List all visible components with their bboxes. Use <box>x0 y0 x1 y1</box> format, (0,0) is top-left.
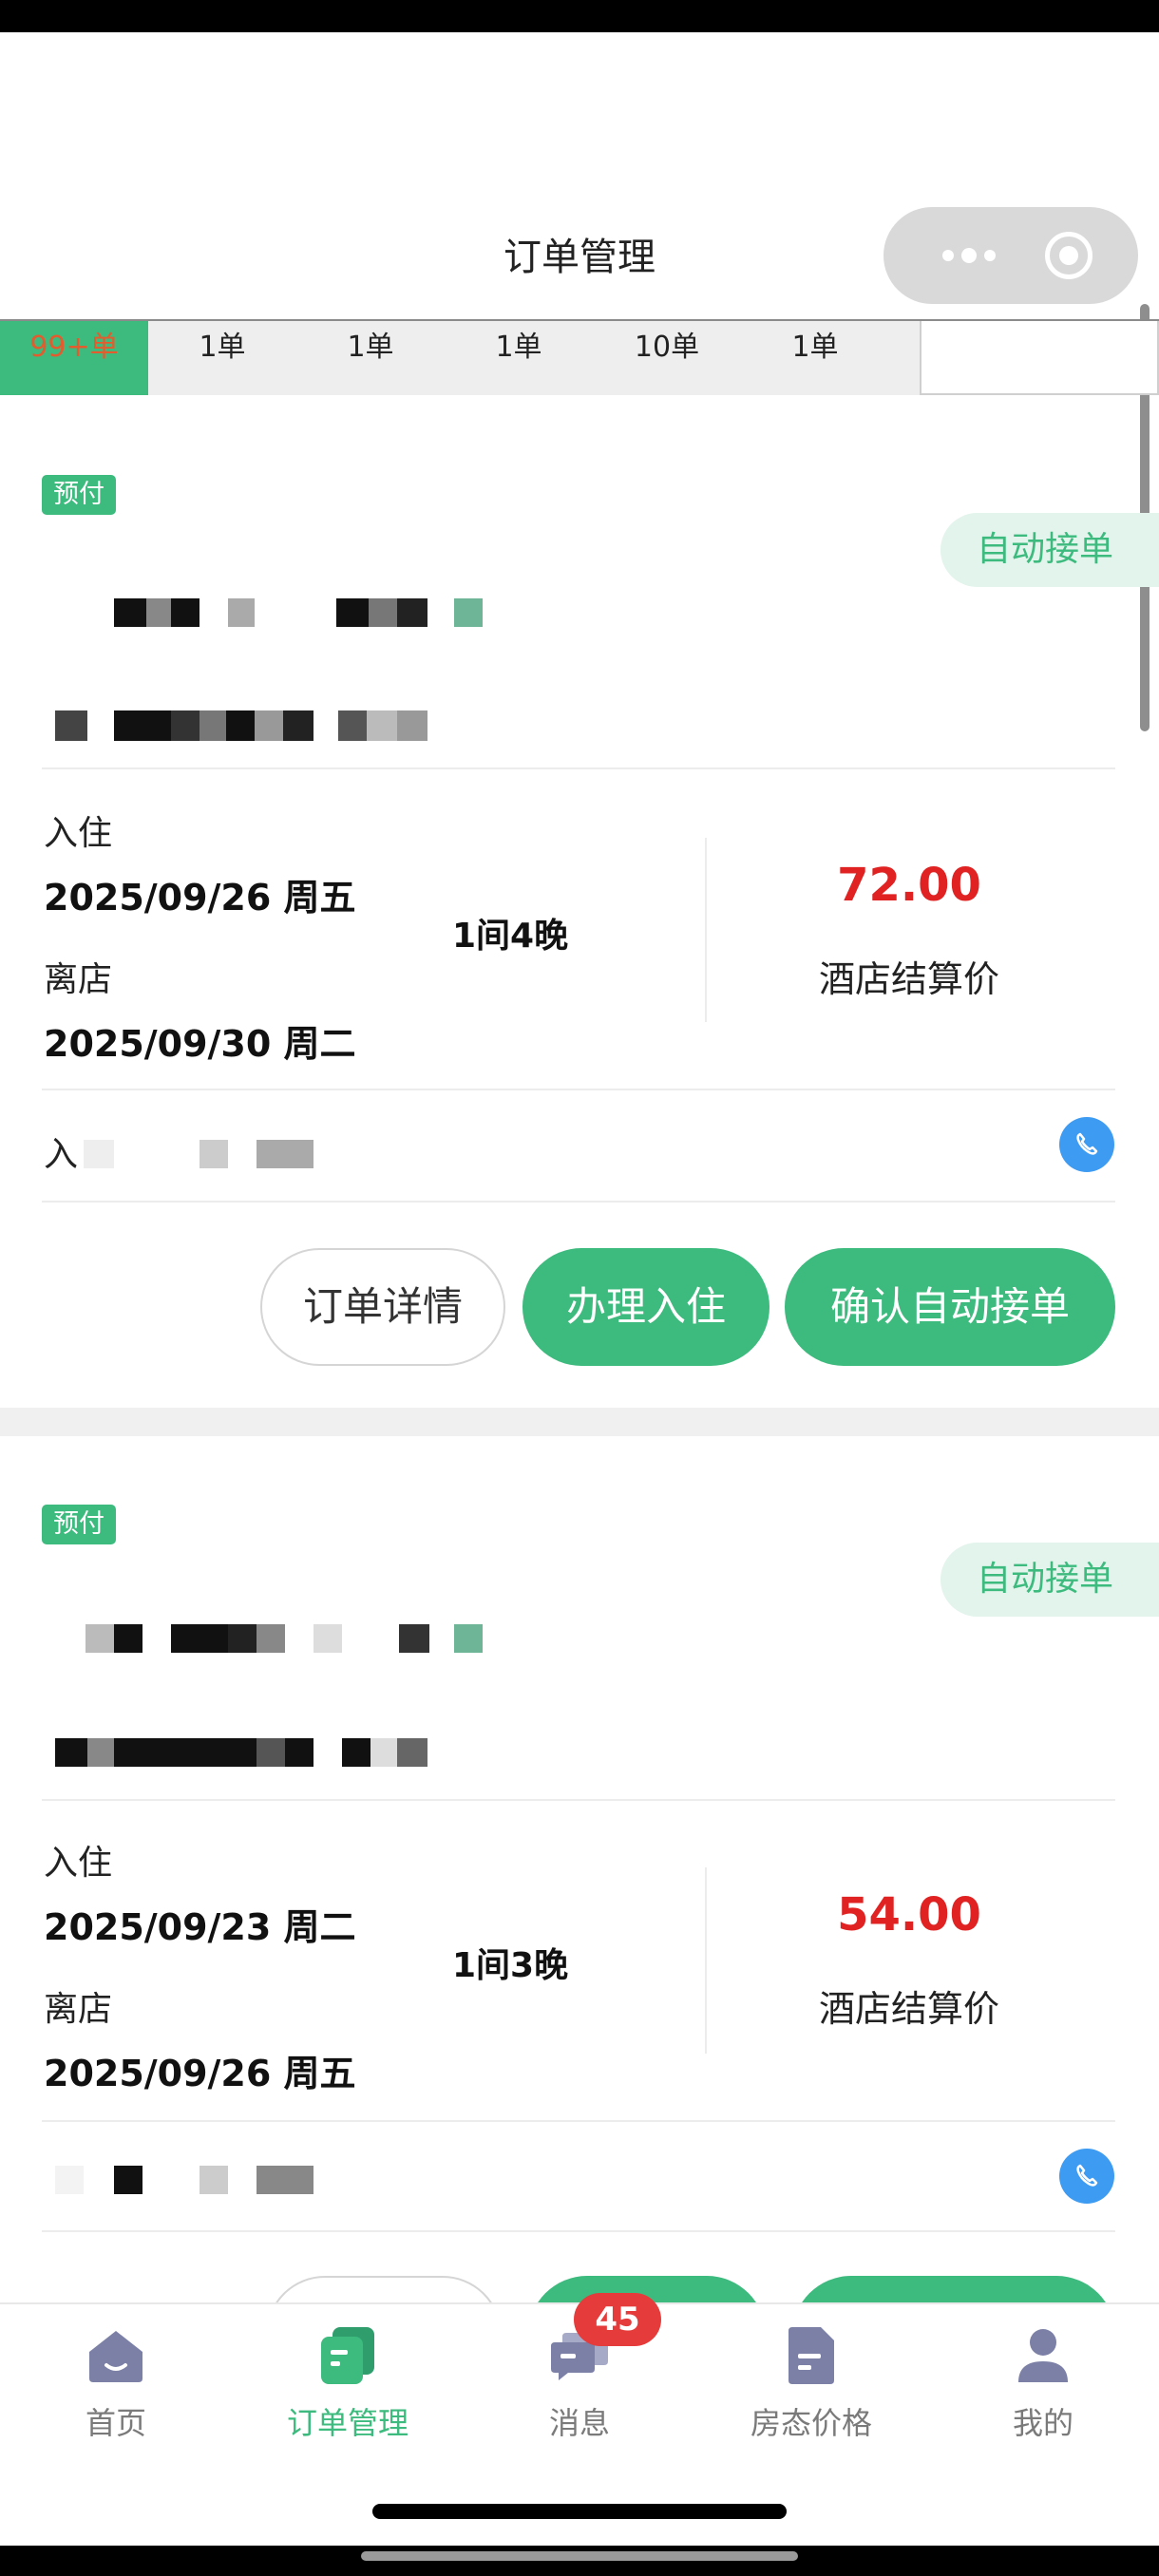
checkout-date: 2025/09/30 周二 <box>44 1023 356 1065</box>
filter-tab-3[interactable]: 1单 <box>296 321 445 395</box>
filter-tab-6[interactable]: 1单 <box>741 321 889 395</box>
close-miniprogram-icon[interactable] <box>1045 232 1092 279</box>
tab-orders-label: 订单管理 <box>286 2405 408 2441</box>
card-divider <box>42 1799 1115 1801</box>
check-in-button[interactable]: 办理入住 <box>522 1248 770 1366</box>
settlement-price: 54.00 <box>837 1888 981 1941</box>
prepaid-badge: 预付 <box>42 1505 116 1544</box>
card-divider <box>42 1089 1115 1090</box>
tab-home-label: 首页 <box>85 2405 146 2441</box>
tab-messages-label: 消息 <box>548 2405 610 2441</box>
auto-accept-tag: 自动接单 <box>940 1543 1159 1617</box>
checkin-label: 入住 <box>44 814 113 853</box>
card-divider <box>42 767 1115 769</box>
tab-room-price[interactable]: 房态价格 <box>695 2323 927 2443</box>
filter-tab-1[interactable]: 99+单 <box>0 321 148 395</box>
orders-icon <box>321 2327 374 2384</box>
card-separator <box>0 1408 1159 1436</box>
message-count-badge: 45 <box>574 2293 661 2346</box>
rooms-nights: 1间3晚 <box>452 1946 569 1985</box>
settlement-price-label: 酒店结算价 <box>818 958 999 1000</box>
order-detail-button[interactable]: 订单详情 <box>260 1248 505 1366</box>
checkin-label: 入住 <box>44 1844 113 1883</box>
home-indicator[interactable] <box>372 2504 787 2519</box>
tab-messages[interactable]: 消息 <box>464 2323 695 2443</box>
confirm-auto-accept-button[interactable]: 确认自动接单 <box>785 1248 1115 1366</box>
tab-home[interactable]: 首页 <box>0 2323 232 2443</box>
guest-info-prefix: 入 <box>44 1135 79 1174</box>
rooms-nights: 1间4晚 <box>452 917 569 956</box>
profile-icon <box>1018 2329 1068 2382</box>
prepaid-badge: 预付 <box>42 475 116 515</box>
order-filter-tabs: 99+单 1单 1单 1单 10单 1单 <box>0 319 1159 395</box>
tab-orders[interactable]: 订单管理 <box>232 2323 464 2443</box>
settlement-price-label: 酒店结算价 <box>818 1988 999 2030</box>
checkout-label: 离店 <box>44 1990 113 2029</box>
mini-program-capsule[interactable] <box>884 207 1138 304</box>
home-icon <box>89 2331 142 2382</box>
tab-room-price-label: 房态价格 <box>750 2405 872 2441</box>
filter-tab-2[interactable]: 1单 <box>148 321 296 395</box>
phone-icon[interactable] <box>1059 2149 1114 2204</box>
status-bar <box>0 0 1159 32</box>
auto-accept-tag: 自动接单 <box>940 513 1159 587</box>
phone-icon[interactable] <box>1059 1117 1114 1172</box>
tab-profile[interactable]: 我的 <box>927 2323 1159 2443</box>
more-icon[interactable] <box>922 207 1016 304</box>
filter-tab-4[interactable]: 1单 <box>445 321 593 395</box>
room-price-icon <box>788 2327 834 2384</box>
card-divider <box>42 2120 1115 2122</box>
card-divider <box>42 2230 1115 2232</box>
card-divider <box>42 1201 1115 1203</box>
tab-profile-label: 我的 <box>1012 2405 1074 2441</box>
filter-tab-7[interactable] <box>920 321 1159 395</box>
checkout-label: 离店 <box>44 960 113 999</box>
system-bottom-bar <box>0 2546 1159 2576</box>
checkin-date: 2025/09/23 周二 <box>44 1906 356 1948</box>
system-gesture-bar <box>361 2551 798 2561</box>
settlement-price: 72.00 <box>837 859 981 912</box>
filter-tab-5[interactable]: 10单 <box>593 321 741 395</box>
checkin-date: 2025/09/26 周五 <box>44 877 356 919</box>
checkout-date: 2025/09/26 周五 <box>44 2053 356 2094</box>
